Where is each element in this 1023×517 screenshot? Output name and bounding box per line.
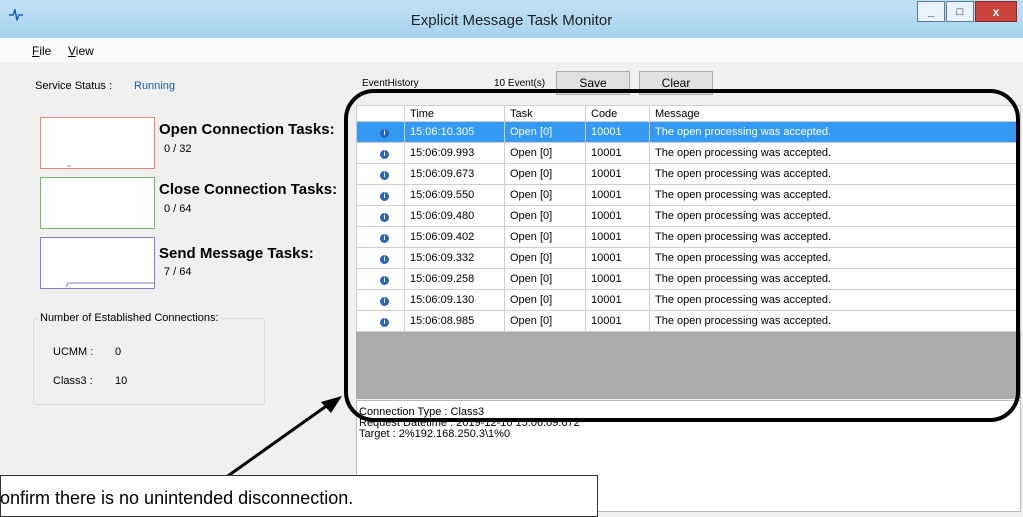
- callout-arrow-head: [321, 396, 342, 413]
- callout-box: Confirm there is no unintended disconnec…: [0, 475, 598, 517]
- highlight-ring: [344, 89, 1020, 422]
- callout-arrow-line: [224, 400, 333, 480]
- callout-text: Confirm there is no unintended disconnec…: [0, 488, 354, 508]
- callout-overlay: [224, 89, 1020, 480]
- app-window: Explicit Message Task Monitor _ □ x File…: [0, 0, 1023, 517]
